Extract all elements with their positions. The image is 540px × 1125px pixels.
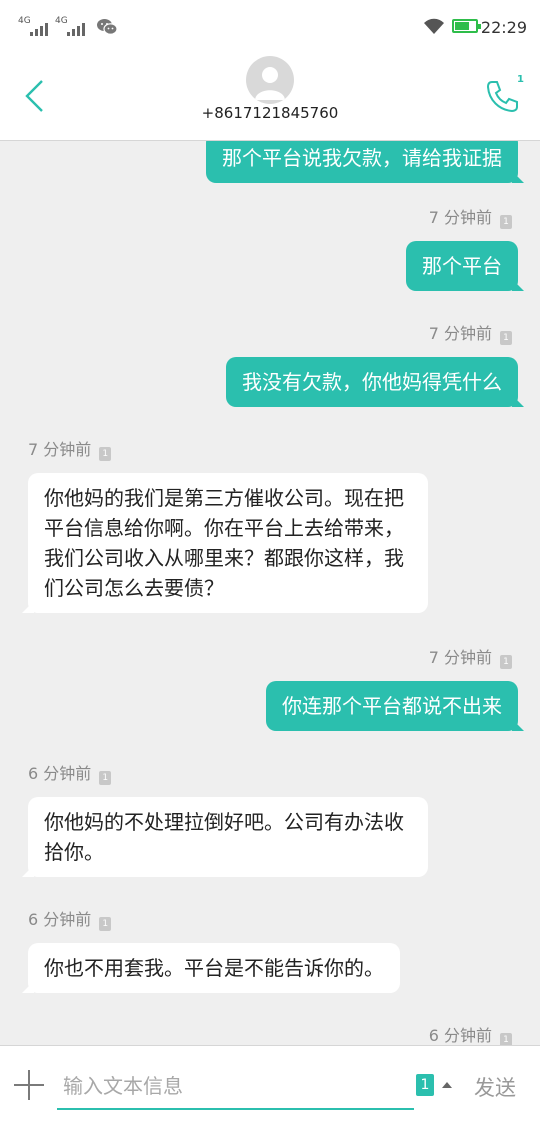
message-list[interactable]: 那个平台说我欠款，请给我证据 7 分钟前 1 那个平台 7 分钟前 1 我没有欠款，…	[0, 141, 540, 1045]
message-bubble-outgoing[interactable]: 你连那个平台都说不出来	[266, 681, 524, 731]
message-text: 我没有欠款，你他妈得凭什么	[242, 370, 502, 394]
message-timestamp: 6 分钟前 1	[429, 1025, 512, 1045]
call-button[interactable]: 1	[484, 74, 524, 114]
sim-card-icon: 1	[99, 447, 112, 461]
network-label-sim2: 4G	[55, 16, 68, 26]
message-timestamp: 6 分钟前 1	[28, 909, 112, 931]
message-text: 那个平台	[422, 254, 502, 278]
sim-card-icon: 1	[500, 331, 512, 345]
message-bubble-incoming[interactable]: 你他妈的我们是第三方催收公司。现在把平台信息给你啊。你在平台上去给带来，我们公司…	[22, 473, 428, 613]
conversation-header: +8617121845760 1	[0, 56, 540, 141]
sim-card-icon: 1	[500, 1033, 512, 1045]
message-text: 你他妈的我们是第三方催收公司。现在把平台信息给你啊。你在平台上去给带来，我们公司…	[44, 486, 404, 600]
sim-card-icon: 1	[500, 655, 512, 669]
contact-avatar[interactable]	[246, 56, 294, 104]
sim-card-icon: 1	[416, 1074, 434, 1096]
message-bubble-outgoing[interactable]: 我没有欠款，你他妈得凭什么	[226, 357, 524, 407]
message-timestamp: 7 分钟前 1	[28, 439, 112, 461]
call-sim-label: 1	[517, 74, 524, 85]
message-bubble-outgoing[interactable]: 那个平台	[406, 241, 524, 291]
composer-bar: 1 发送	[0, 1045, 540, 1125]
battery-icon	[452, 19, 481, 33]
sim-card-icon: 1	[99, 771, 112, 785]
network-label-sim1: 4G	[18, 16, 31, 26]
message-timestamp: 7 分钟前 1	[429, 647, 512, 669]
wifi-icon	[424, 18, 444, 34]
status-bar: 4G 4G 22:29	[0, 0, 540, 56]
message-bubble-incoming[interactable]: 你也不用套我。平台是不能告诉你的。	[22, 943, 400, 993]
sim-selector[interactable]: 1	[416, 1074, 456, 1100]
contact-number: +8617121845760	[201, 104, 339, 122]
avatar-placeholder-icon	[255, 67, 285, 100]
wechat-icon	[97, 19, 118, 35]
message-text: 那个平台说我欠款，请给我证据	[222, 146, 502, 170]
message-timestamp: 6 分钟前 1	[28, 763, 112, 785]
message-text: 你也不用套我。平台是不能告诉你的。	[44, 956, 384, 980]
sim-card-icon: 1	[99, 917, 112, 931]
plus-icon[interactable]	[14, 1070, 44, 1100]
caret-up-icon	[442, 1082, 452, 1088]
status-time: 22:29	[480, 18, 527, 37]
sim-card-icon: 1	[500, 215, 512, 229]
message-timestamp: 7 分钟前 1	[429, 323, 512, 345]
phone-icon	[486, 81, 518, 113]
message-text: 你他妈的不处理拉倒好吧。公司有办法收拾你。	[44, 810, 404, 864]
message-text: 你连那个平台都说不出来	[282, 694, 502, 718]
send-button[interactable]: 发送	[474, 1072, 516, 1102]
message-bubble-outgoing[interactable]: 那个平台说我欠款，请给我证据	[206, 141, 524, 183]
message-bubble-incoming[interactable]: 你他妈的不处理拉倒好吧。公司有办法收拾你。	[22, 797, 428, 877]
message-timestamp: 7 分钟前 1	[429, 207, 512, 229]
message-input[interactable]	[57, 1064, 414, 1110]
